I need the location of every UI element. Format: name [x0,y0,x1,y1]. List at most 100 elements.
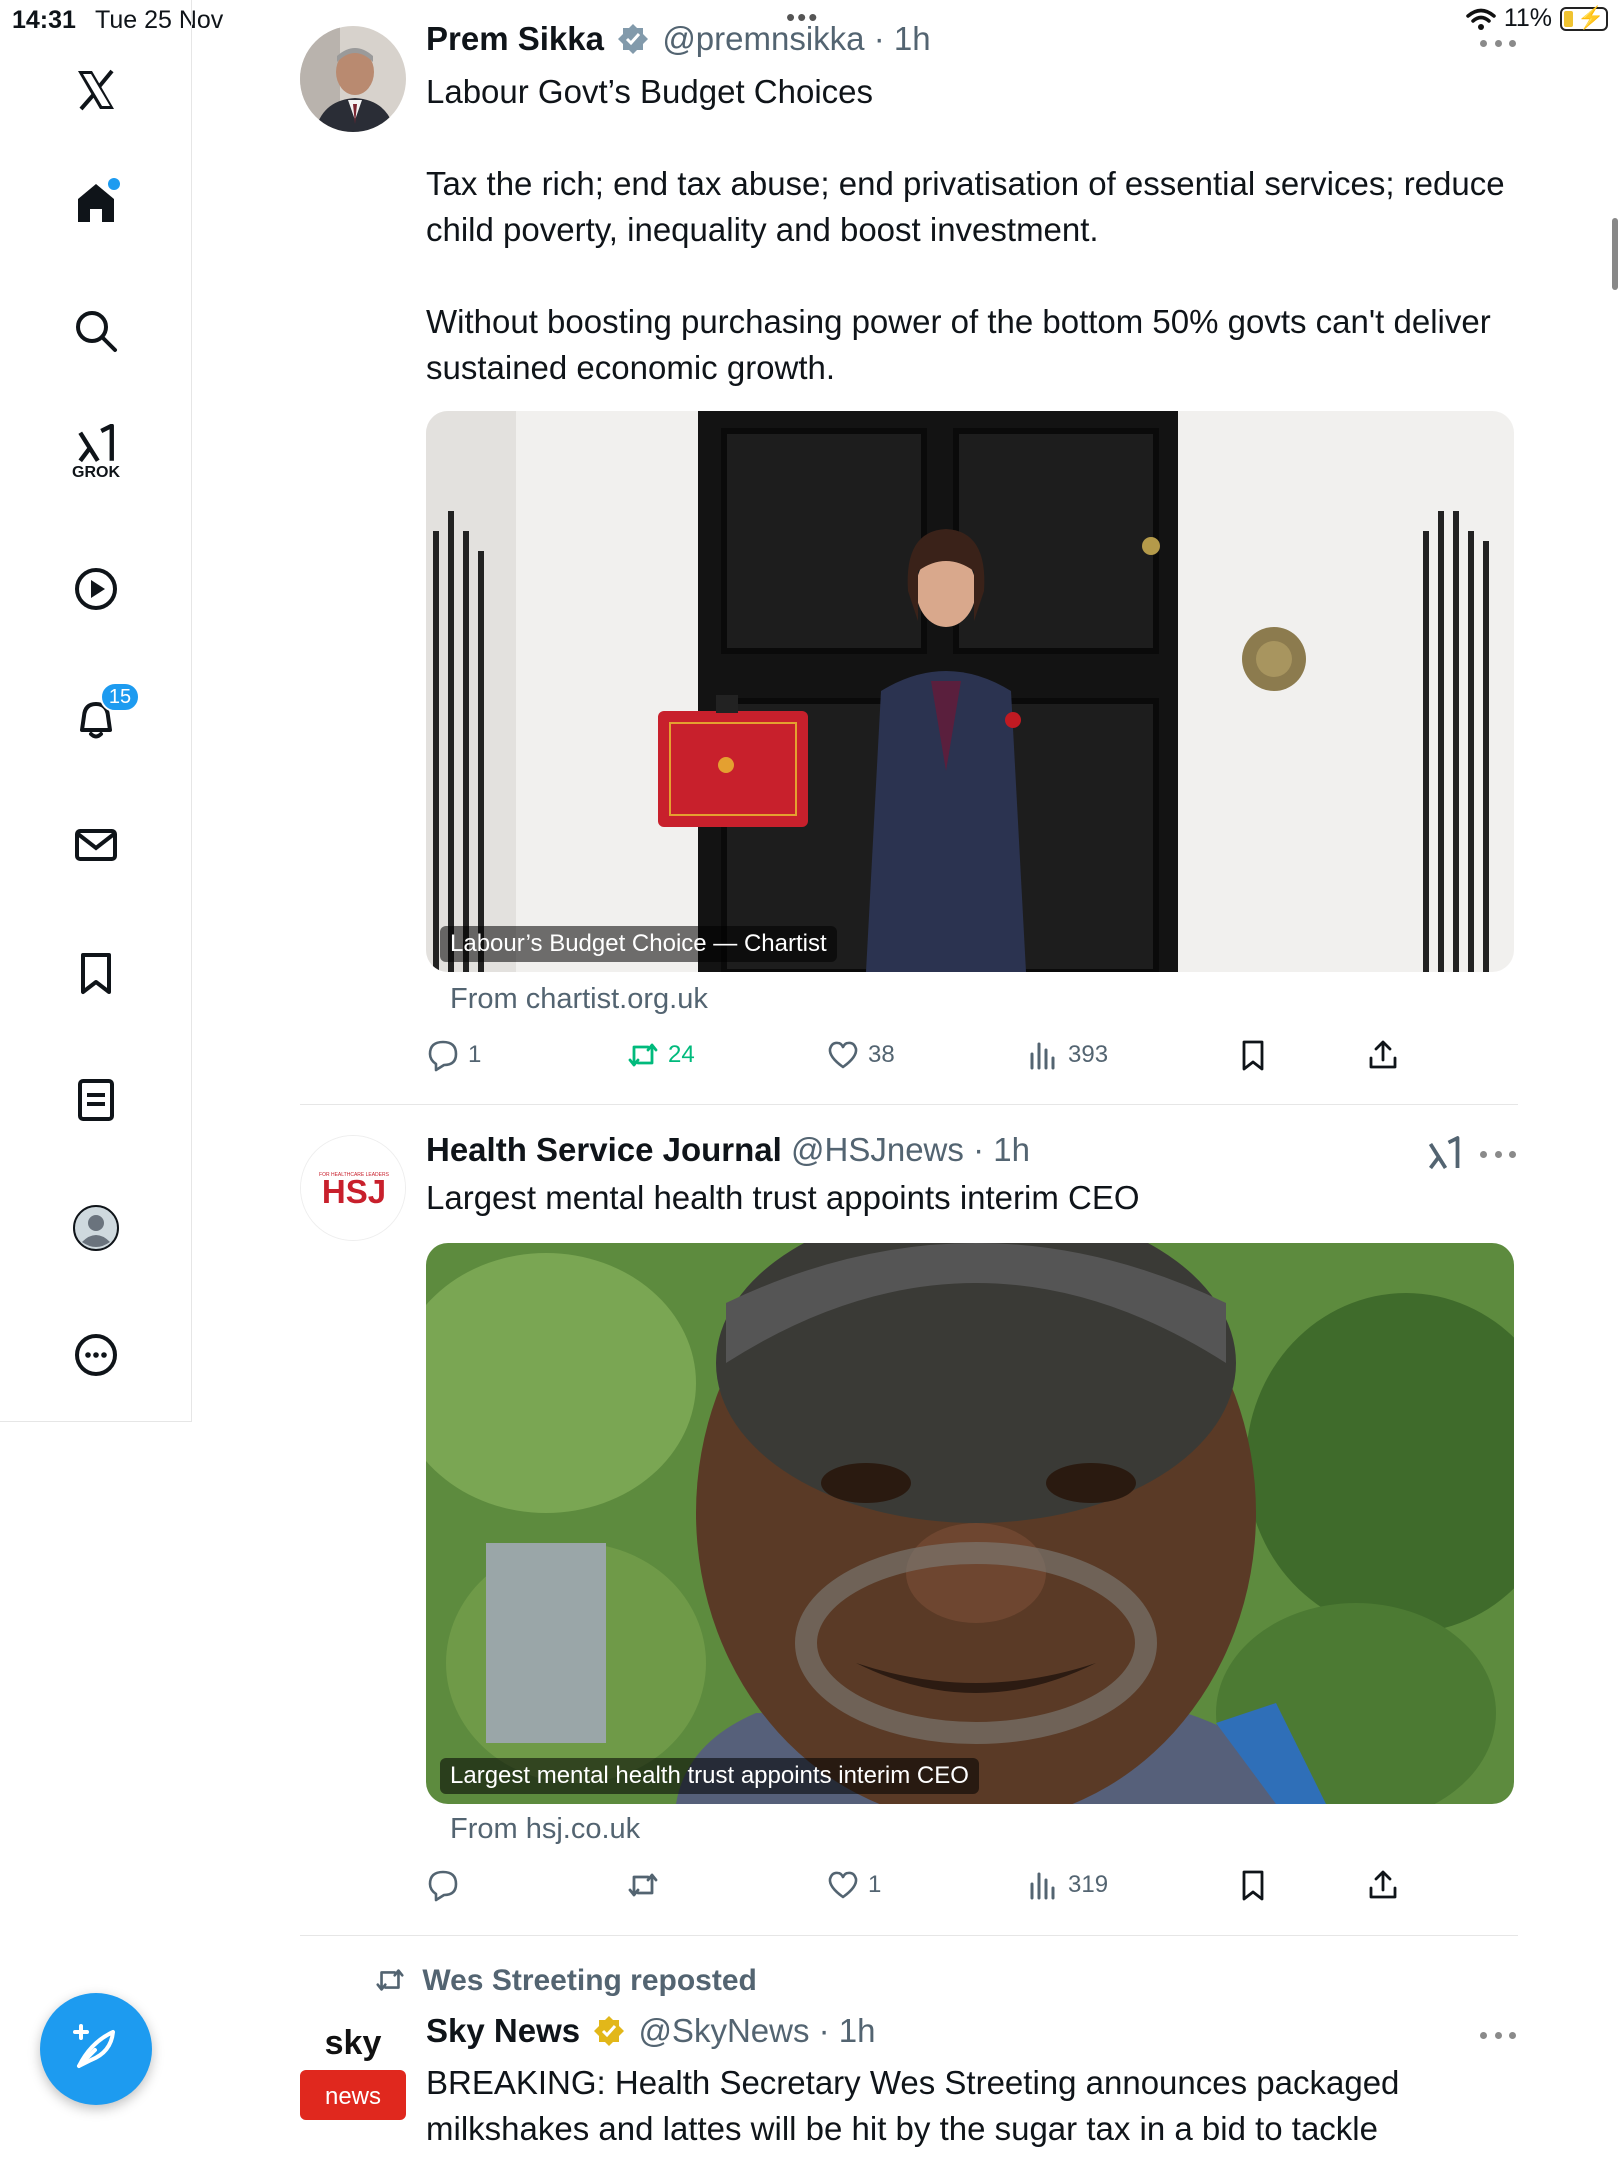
tweet-text-line: Labour Govt’s Budget Choices [426,73,873,110]
more-options-icon[interactable] [1480,1149,1516,1159]
more-options-icon[interactable] [1480,38,1516,48]
like-button[interactable]: 1 [826,1868,881,1902]
tweet-time[interactable]: · 1h [819,2012,876,2049]
tweet-text-line [426,253,1506,299]
author-name[interactable]: Sky News [426,2012,580,2049]
tweet-text: Largest mental health trust appoints int… [426,1175,1506,1221]
avatar-sky-text: sky [325,2024,382,2062]
nav-grok[interactable]: GROK [48,405,144,501]
avatar[interactable] [300,26,406,132]
card-source[interactable]: From hsj.co.uk [450,1813,640,1846]
reply-count: 1 [468,1041,482,1068]
profile-avatar-icon [73,1205,119,1251]
avatar-news-text: news [325,2083,381,2110]
tweet-text-line: Tax the rich; end tax abuse; end privati… [426,165,1505,248]
reply-icon [428,1040,458,1072]
author-handle[interactable]: @HSJnews [791,1131,964,1168]
tweet-prem-sikka[interactable]: Prem Sikka @premnsikka · 1h Labour Govt’… [300,0,1518,1104]
bookmark-icon [81,953,111,994]
avatar[interactable]: sky news [300,2014,406,2120]
tweet-header: Health Service Journal @HSJnews · 1h [426,1131,1030,1169]
author-handle[interactable]: @SkyNews [638,2012,809,2049]
bookmark-button[interactable] [1236,1868,1270,1902]
tweet-time[interactable]: · 1h [874,20,931,57]
card-source[interactable]: From chartist.org.uk [450,983,708,1016]
repost-button[interactable]: 24 [626,1038,695,1072]
compose-post-button[interactable] [40,1993,152,2105]
tweet-text-line [426,115,1506,161]
card-caption: Labour’s Budget Choice — Chartist [440,926,837,962]
notification-badge: 15 [100,682,140,712]
view-count: 393 [1068,1041,1109,1068]
views-button[interactable]: 319 [1026,1868,1108,1902]
heart-icon [828,1871,858,1899]
tweet-text: BREAKING: Health Secretary Wes Streeting… [426,2060,1506,2152]
nav-more[interactable] [48,1307,144,1403]
view-count: 319 [1068,1871,1109,1898]
bookmark-button[interactable] [1236,1038,1270,1072]
tweet-actions: 1 24 38 393 [426,1038,1514,1078]
reply-button[interactable]: 1 [426,1038,481,1072]
like-button[interactable]: 38 [826,1038,895,1072]
more-options-icon[interactable] [1480,2030,1516,2040]
sidebar-nav: GROK 15 [0,0,192,1422]
views-chart-icon [1030,1042,1055,1070]
search-icon [76,311,117,352]
repost-icon [628,1043,658,1067]
nav-explore[interactable] [48,283,144,379]
compose-feather-icon [73,2024,115,2068]
home-unread-dot [108,178,120,190]
author-handle[interactable]: @premnsikka [662,20,864,57]
heart-icon [828,1041,858,1069]
repost-context[interactable]: Wes Streeting reposted [374,1964,757,1998]
reply-button[interactable] [426,1868,468,1902]
bookmark-icon [1242,1040,1264,1071]
tweet-hsj[interactable]: FOR HEALTHCARE LEADERS HSJ Health Servic… [300,1105,1518,1935]
nav-profile[interactable] [48,1180,144,1276]
grok-icon [78,424,114,463]
views-chart-icon [1030,1872,1055,1900]
tweet-text-line: BREAKING: Health Secretary Wes Streeting… [426,2064,1400,2147]
bookmark-icon [1242,1870,1264,1901]
link-card[interactable]: Largest mental health trust appoints int… [426,1243,1514,1804]
tweet-header: Prem Sikka @premnsikka · 1h [426,20,931,58]
nav-bookmarks[interactable] [48,925,144,1021]
scrollbar[interactable] [1612,218,1618,290]
nav-home[interactable] [48,154,144,250]
card-image [426,411,1514,972]
verified-badge-icon [618,24,649,54]
link-card[interactable]: Labour’s Budget Choice — Chartist [426,411,1514,972]
card-image [426,1243,1514,1804]
article-icon [78,1079,114,1121]
tweet-time[interactable]: · 1h [973,1131,1030,1168]
tweet-text-line: Without boosting purchasing power of the… [426,303,1491,386]
avatar-logo-text: HSJ [322,1173,386,1210]
tweet-header: Sky News @SkyNews · 1h [426,2012,876,2050]
author-name[interactable]: Health Service Journal [426,1131,782,1168]
repost-icon [376,1969,404,1991]
repost-button[interactable] [626,1868,668,1902]
share-button[interactable] [1366,1868,1400,1902]
tweet-text: Labour Govt’s Budget Choices Tax the ric… [426,69,1506,391]
battery-icon: ⚡ [1560,5,1608,31]
tweet-actions: 1 319 [426,1868,1514,1908]
nav-articles[interactable] [48,1052,144,1148]
nav-videos[interactable] [48,541,144,637]
grok-explain-icon[interactable] [1426,1135,1462,1171]
verified-gold-badge-icon [594,2016,625,2046]
repost-count: 24 [668,1041,695,1068]
share-button[interactable] [1366,1038,1400,1072]
nav-notifications[interactable]: 15 [48,670,144,766]
x-logo-icon[interactable] [48,42,144,138]
views-button[interactable]: 393 [1026,1038,1108,1072]
author-name[interactable]: Prem Sikka [426,20,604,57]
share-icon [1369,1870,1397,1899]
avatar[interactable]: FOR HEALTHCARE LEADERS HSJ [300,1135,406,1241]
repost-label: Wes Streeting reposted [422,1964,757,1997]
tweet-text-line: Largest mental health trust appoints int… [426,1179,1140,1216]
repost-icon [628,1873,658,1897]
mail-icon [75,829,117,861]
more-circle-icon [75,1334,117,1376]
tweet-sky-news[interactable]: Wes Streeting reposted sky news Sky News… [300,1936,1518,2160]
nav-messages[interactable] [48,797,144,893]
